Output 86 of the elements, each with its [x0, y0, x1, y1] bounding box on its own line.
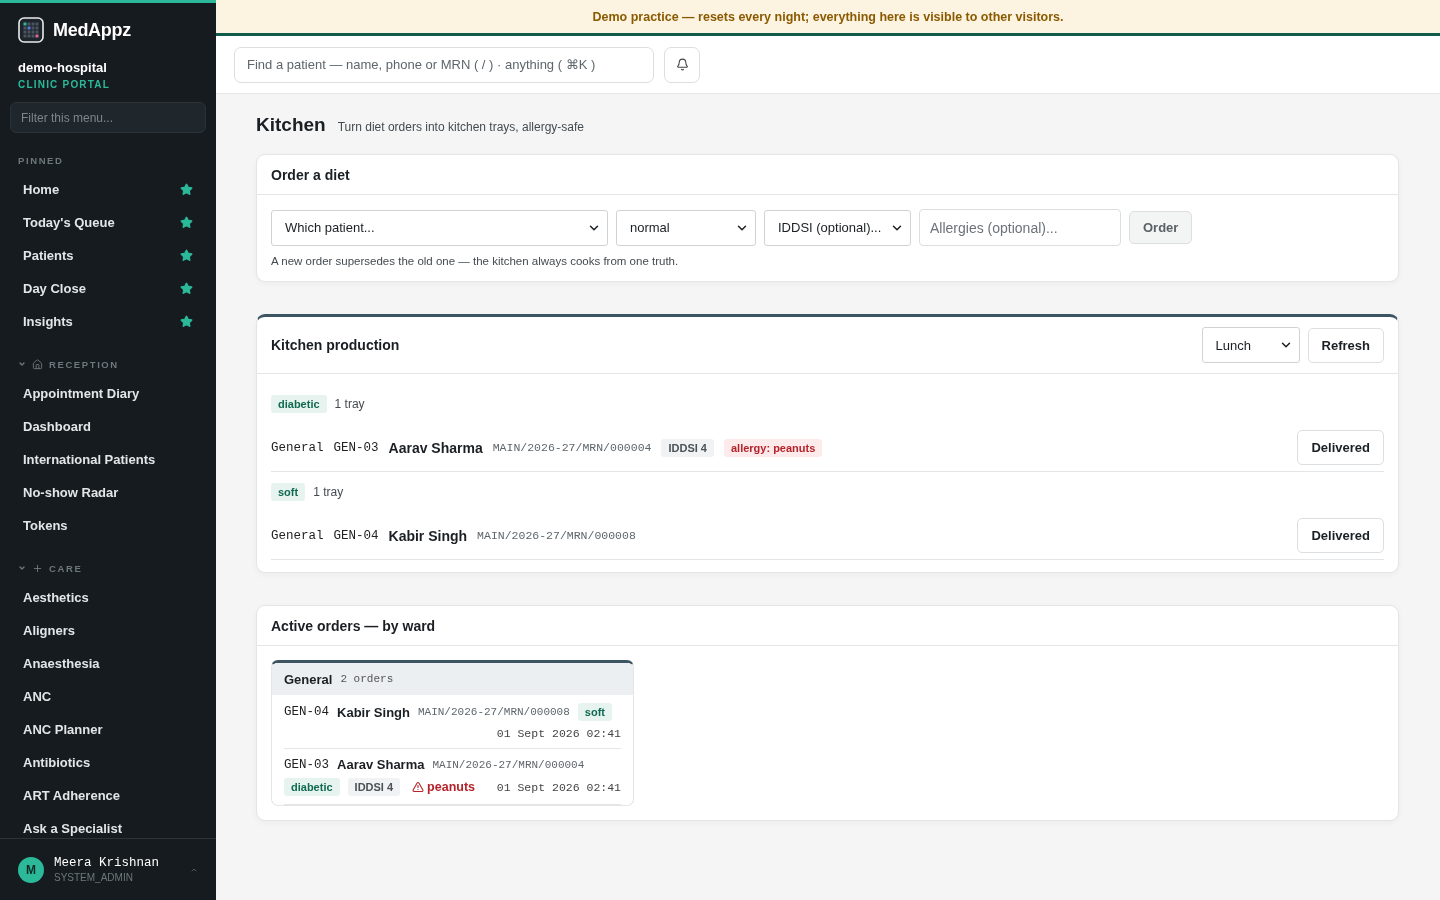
nav-item[interactable]: Day Close [10, 272, 206, 305]
nav-item[interactable]: ANC Planner [10, 713, 206, 746]
diet-tag: soft [271, 483, 306, 501]
iddsi-tag: IDDSI 4 [661, 438, 714, 457]
star-icon[interactable] [180, 216, 193, 229]
allergy-tag: allergy: peanuts [723, 438, 823, 457]
mrn: MAIN/2026-27/MRN/000008 [477, 529, 636, 542]
page-subtitle: Turn diet orders into kitchen trays, allergy-safe [337, 120, 584, 134]
building-icon [32, 358, 43, 370]
nav-item[interactable]: Patients [10, 239, 206, 272]
section-title: RECEPTION [49, 358, 119, 370]
delivered-button[interactable]: Delivered [1297, 430, 1384, 465]
form-hint: A new order supersedes the old one — the kitchen always cooks from one truth. [271, 255, 680, 267]
iddsi-select[interactable]: IDDSI (optional)... [764, 209, 911, 246]
notifications-button[interactable] [664, 46, 700, 83]
logo-icon [18, 17, 44, 43]
card-title: Order a diet [271, 166, 350, 183]
patient-name: Aarav Sharma [337, 757, 425, 772]
card-title: Active orders — by ward [271, 617, 436, 634]
mrn: MAIN/2026-27/MRN/000008 [417, 706, 570, 718]
nav-item[interactable]: Home [10, 173, 206, 206]
warning-icon [412, 781, 425, 793]
mrn: MAIN/2026-27/MRN/000004 [432, 758, 585, 771]
nav-item[interactable]: ANC [10, 680, 206, 713]
ward-bed: General [271, 528, 324, 543]
nav-item[interactable]: Appointment Diary [10, 377, 206, 410]
menu-filter-field[interactable]: Filter this menu... [10, 102, 206, 133]
star-icon[interactable] [180, 249, 193, 262]
nav-item[interactable]: Insights [10, 305, 206, 338]
order-button[interactable]: Order [1129, 211, 1193, 244]
meal-select[interactable]: Lunch [1201, 327, 1300, 363]
star-icon[interactable] [180, 282, 193, 295]
order-time: 01 Sept 2026 02:41 [496, 780, 621, 794]
ward-bed: General [271, 440, 324, 455]
card-title: Kitchen production [271, 337, 400, 353]
patient-name: Kabir Singh [337, 704, 410, 720]
user-name: Meera Krishnan [54, 856, 161, 870]
refresh-button[interactable]: Refresh [1307, 327, 1384, 363]
nav-item[interactable]: Anaesthesia [10, 647, 206, 680]
allergies-field[interactable]: Allergies (optional)... [919, 209, 1121, 246]
patient-select[interactable]: Which patient... [271, 209, 608, 246]
diet-select[interactable]: normal [616, 209, 756, 246]
page-title: Kitchen [256, 114, 326, 136]
user-role: SYSTEM_ADMIN [54, 872, 134, 883]
nav-item[interactable]: Dashboard [10, 410, 206, 443]
nav-item[interactable]: No-show Radar [10, 476, 206, 509]
tenant-name: demo-hospital [18, 60, 108, 75]
patient-name: Aarav Sharma [388, 439, 483, 456]
nav-item[interactable]: ART Adherence [10, 779, 206, 812]
patient-name: Kabir Singh [388, 527, 468, 544]
user-avatar: M [18, 856, 44, 883]
brand-name: MedAppz [53, 19, 131, 41]
bell-icon [675, 58, 689, 71]
nav-item[interactable]: Antibiotics [10, 746, 206, 779]
caret-icon[interactable] [18, 360, 26, 368]
section-title: PINNED [18, 154, 64, 166]
ward-name: General [284, 671, 333, 687]
allergy-tag: peanuts [408, 778, 480, 796]
delivered-button[interactable]: Delivered [1297, 518, 1384, 553]
nav-item[interactable]: Aligners [10, 614, 206, 647]
mrn: MAIN/2026-27/MRN/000004 [492, 441, 652, 454]
section-title: CARE [49, 562, 83, 574]
nav-item[interactable]: Ask a Specialist [10, 812, 206, 838]
plus-icon [32, 562, 43, 574]
nav-item[interactable]: International Patients [10, 443, 206, 476]
nav-item[interactable]: Tokens [10, 509, 206, 542]
bed-code: GEN-04 [333, 528, 379, 543]
caret-icon[interactable] [18, 564, 26, 572]
star-icon[interactable] [180, 183, 193, 196]
bed-code: GEN-03 [333, 440, 379, 455]
iddsi-tag: IDDSI 4 [347, 778, 401, 796]
star-icon[interactable] [180, 315, 193, 328]
diet-tag: soft [577, 703, 612, 721]
diet-tag: diabetic [271, 395, 327, 413]
bed-code: GEN-03 [284, 757, 329, 772]
nav-item[interactable]: Aesthetics [10, 581, 206, 614]
portal-label: CLINIC PORTAL [18, 79, 112, 90]
search-field[interactable]: Find a patient — name, phone or MRN ( / ) · anything ( ⌘K ) [234, 46, 654, 83]
order-count: 2 orders [340, 673, 394, 685]
diet-tag: diabetic [284, 778, 340, 796]
demo-banner: Demo practice — resets every night; everything here is visible to other visitors. [216, 0, 1440, 36]
tray-count: 1 tray [313, 485, 344, 499]
nav-item[interactable]: Today's Queue [10, 206, 206, 239]
order-time: 01 Sept 2026 02:41 [496, 727, 621, 740]
bed-code: GEN-04 [284, 705, 329, 719]
tray-count: 1 tray [334, 397, 365, 411]
